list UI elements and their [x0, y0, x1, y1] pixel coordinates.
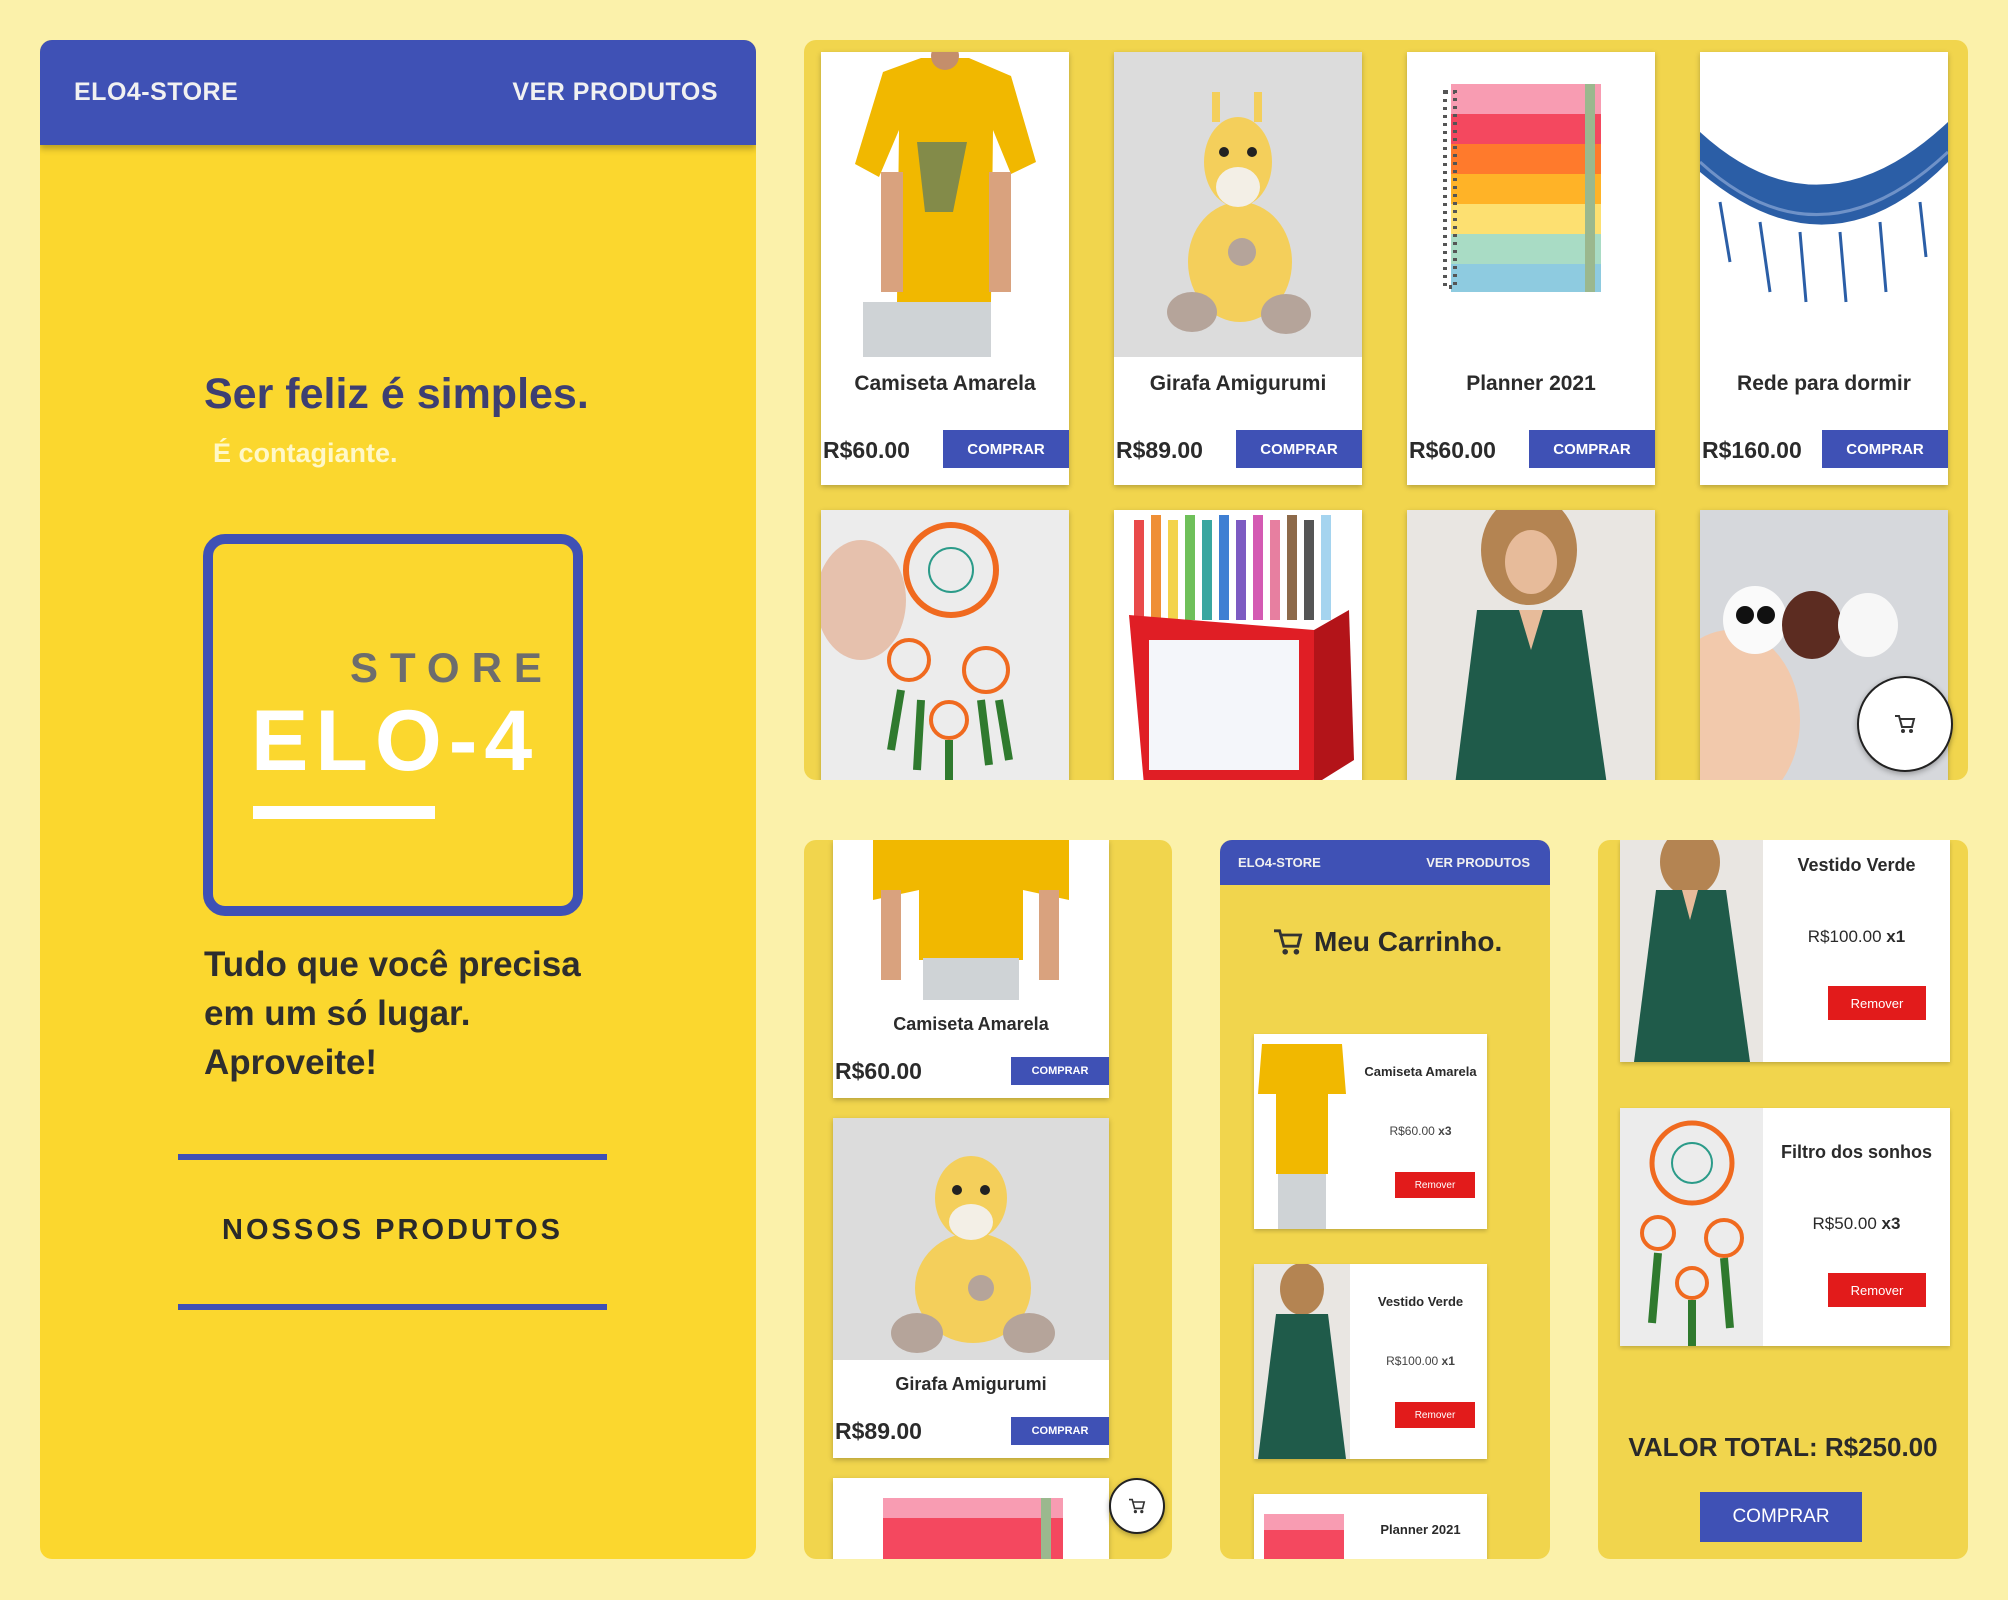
product-name: Girafa Amigurumi	[1149, 372, 1327, 395]
product-card: Rede para dormir R$160.00 COMPRAR	[1700, 52, 1948, 485]
giraffe-toy-image	[1114, 52, 1362, 357]
remove-button[interactable]: Remover	[1828, 1273, 1926, 1307]
cart-item-price: R$50.00 x3	[1812, 1214, 1901, 1233]
product-price: R$60.00	[1409, 437, 1496, 463]
cart-button[interactable]	[1857, 676, 1953, 772]
giraffe-toy-image	[833, 1118, 1109, 1360]
product-card: Girafa Amigurumi R$89.00 COMPRAR	[1114, 52, 1362, 485]
store-description: Tudo que você precisa em um só lugar. Ap…	[204, 945, 581, 1082]
view-products-link[interactable]: VER PRODUTOS	[512, 78, 718, 107]
product-card	[1114, 510, 1362, 780]
divider-top	[178, 1154, 607, 1160]
brand-link[interactable]: ELO4-STORE	[1238, 855, 1321, 870]
logo-store-text: STORE	[350, 644, 554, 691]
product-card	[1407, 510, 1655, 780]
cart-item-name: Vestido Verde	[1377, 1294, 1464, 1309]
cart-item-name: Filtro dos sonhos	[1781, 1142, 1932, 1162]
cart-item-name: Camiseta Amarela	[1364, 1064, 1477, 1079]
cart-item: Filtro dos sonhos R$50.00 x3 Remover	[1620, 1108, 1950, 1346]
cart-item: Camiseta Amarela R$60.00 x3 Remover	[1254, 1034, 1487, 1229]
dreamcatcher-image	[821, 510, 1069, 780]
cart-total: VALOR TOTAL: R$250.00	[1628, 1432, 1938, 1462]
buy-button[interactable]: COMPRAR	[1011, 1057, 1109, 1085]
cart-item-price: R$100.00 x1	[1386, 1354, 1455, 1368]
product-card	[833, 1478, 1109, 1559]
product-card: Planner 2021 R$60.00 COMPRAR	[1407, 52, 1655, 485]
cart-item-name: Planner 2021	[1380, 1522, 1461, 1537]
tagline: Ser feliz é simples.	[204, 370, 589, 418]
buy-button[interactable]: COMPRAR	[1529, 430, 1655, 468]
dreamcatcher-image	[1620, 1108, 1763, 1346]
product-name: Rede para dormir	[1737, 372, 1911, 395]
checkout-button[interactable]: COMPRAR	[1700, 1492, 1862, 1542]
buy-button[interactable]: COMPRAR	[1822, 430, 1948, 468]
planner-image	[1407, 52, 1655, 357]
product-grid-panel: Camiseta Amarela R$60.00 COMPRAR Girafa …	[804, 40, 1968, 780]
cart-item: Planner 2021	[1254, 1494, 1487, 1559]
divider-bottom	[178, 1304, 607, 1310]
subtagline: É contagiante.	[213, 438, 398, 468]
cart-item-price: R$100.00 x1	[1807, 927, 1906, 946]
hammock-image	[1700, 52, 1948, 357]
product-name: Camiseta Amarela	[893, 1014, 1049, 1034]
buy-button[interactable]: COMPRAR	[1011, 1417, 1109, 1445]
cart-icon	[1895, 715, 1916, 733]
cart-title: Meu Carrinho.	[1272, 926, 1502, 958]
cart-button[interactable]	[1109, 1478, 1165, 1534]
store-logo: STORE ELO-4	[203, 534, 583, 916]
planner-image	[833, 1478, 1109, 1559]
cart-item-price: R$60.00 x3	[1389, 1124, 1452, 1138]
product-name: Camiseta Amarela	[854, 372, 1036, 395]
remove-button[interactable]: Remover	[1828, 986, 1926, 1020]
product-name: Girafa Amigurumi	[895, 1374, 1047, 1394]
cart-panel: Vestido Verde R$100.00 x1 Remover Filtro…	[1598, 840, 1968, 1559]
product-price: R$60.00	[835, 1058, 922, 1084]
landing-panel: ELO4-STORE VER PRODUTOS Ser feliz é simp…	[40, 40, 756, 1559]
markers-box-image	[1114, 510, 1362, 780]
our-products-button[interactable]: NOSSOS PRODUTOS	[178, 1214, 607, 1247]
product-price: R$89.00	[1116, 437, 1203, 463]
buy-button[interactable]: COMPRAR	[1236, 430, 1362, 468]
view-products-link[interactable]: VER PRODUTOS	[1426, 855, 1530, 870]
cart-title-text: Meu Carrinho.	[1314, 926, 1503, 957]
product-price: R$60.00	[823, 437, 910, 463]
product-card: Girafa Amigurumi R$89.00 COMPRAR	[833, 1118, 1109, 1458]
product-card: Camiseta Amarela R$60.00 COMPRAR	[833, 840, 1109, 1098]
yellow-tshirt-image	[1254, 1034, 1350, 1229]
cart-icon	[1274, 929, 1303, 955]
product-price: R$89.00	[835, 1418, 922, 1444]
yellow-tshirt-image	[821, 52, 1069, 357]
logo-name-text: ELO-4	[251, 693, 540, 789]
product-card: Camiseta Amarela R$60.00 COMPRAR	[821, 52, 1069, 485]
green-dress-image	[1407, 510, 1655, 780]
green-dress-image	[1254, 1264, 1350, 1459]
product-price: R$160.00	[1702, 437, 1802, 463]
app-bar: ELO4-STORE VER PRODUTOS	[40, 40, 756, 145]
logo-underline	[253, 806, 435, 819]
mobile-products-panel: Camiseta Amarela R$60.00 COMPRAR Girafa …	[804, 840, 1172, 1559]
app-bar: ELO4-STORE VER PRODUTOS	[1220, 840, 1550, 885]
green-dress-image	[1620, 840, 1763, 1062]
remove-button[interactable]: Remover	[1395, 1172, 1475, 1198]
cart-item: Vestido Verde R$100.00 x1 Remover	[1254, 1264, 1487, 1459]
mobile-cart-panel: ELO4-STORE VER PRODUTOS Meu Carrinho. Ca…	[1220, 840, 1550, 1559]
product-card	[821, 510, 1069, 780]
planner-image	[1254, 1494, 1350, 1559]
remove-button[interactable]: Remover	[1395, 1402, 1475, 1428]
cart-icon	[1129, 1498, 1146, 1514]
brand-link[interactable]: ELO4-STORE	[74, 78, 238, 107]
product-name: Planner 2021	[1466, 372, 1596, 395]
yellow-tshirt-image	[833, 840, 1109, 1000]
buy-button[interactable]: COMPRAR	[943, 430, 1069, 468]
cart-item: Vestido Verde R$100.00 x1 Remover	[1620, 840, 1950, 1062]
cart-item-name: Vestido Verde	[1797, 855, 1916, 875]
